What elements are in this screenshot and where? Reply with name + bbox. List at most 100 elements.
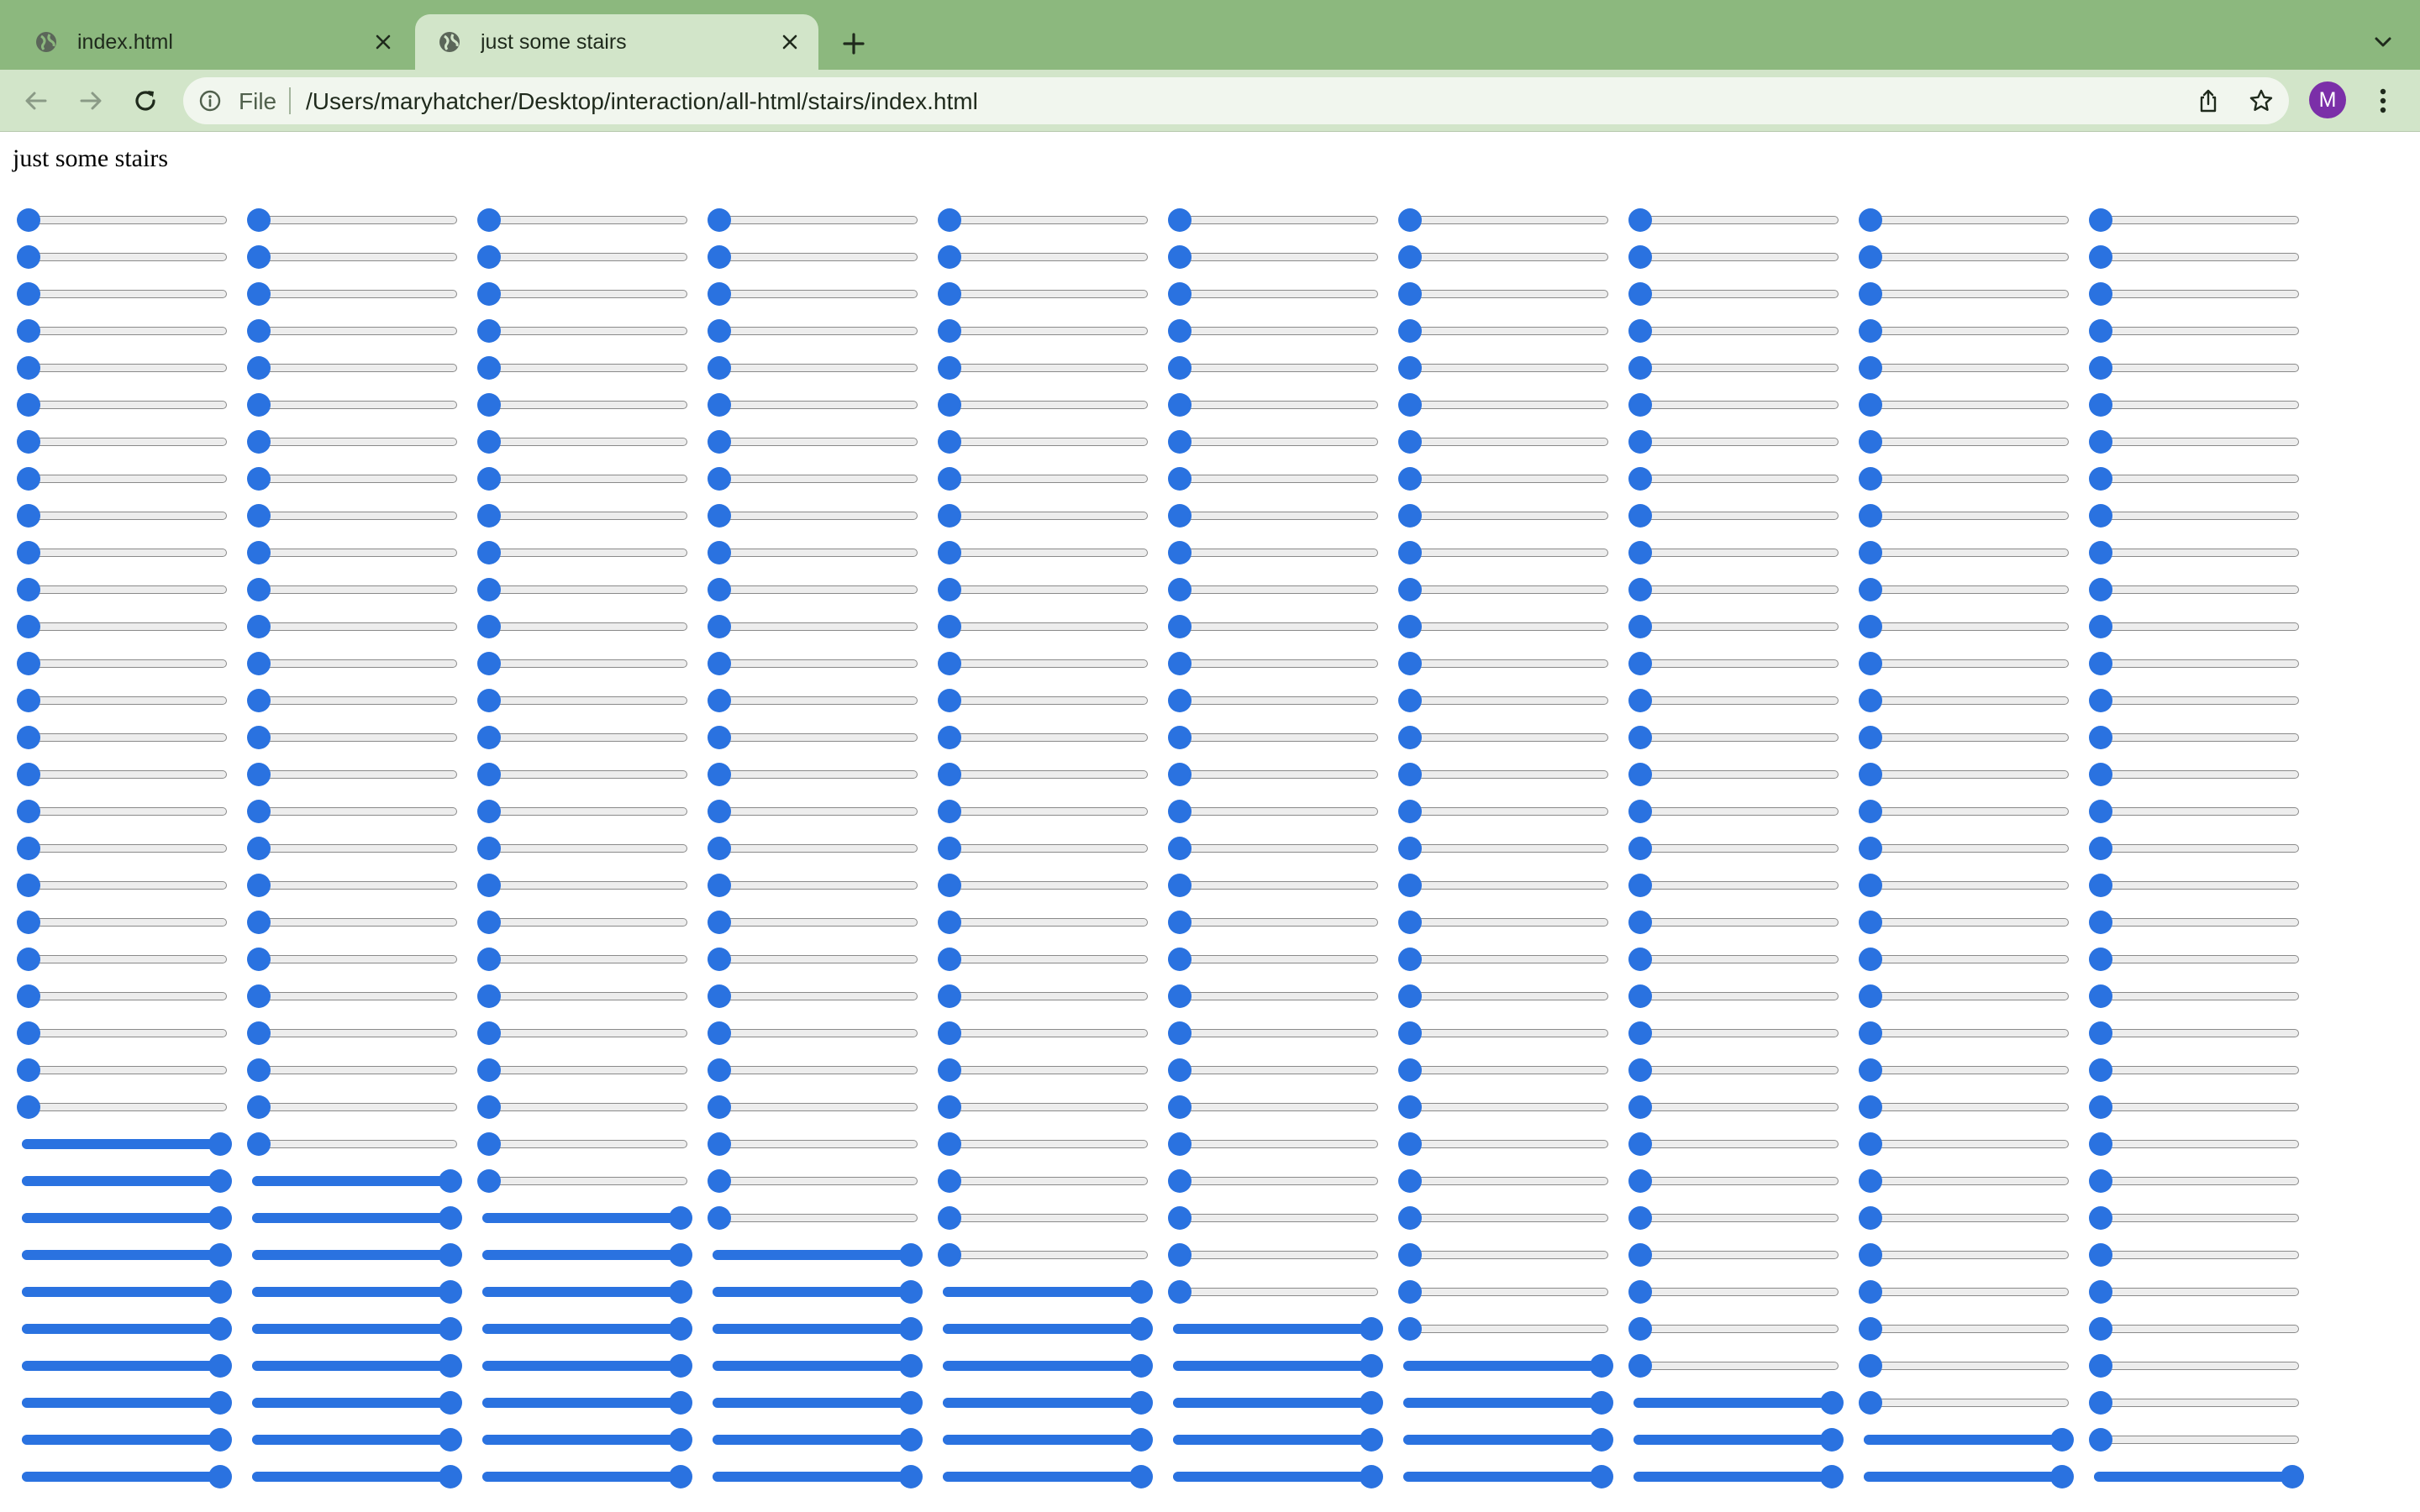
range-slider[interactable] [247, 497, 462, 534]
slider-thumb[interactable] [208, 1428, 232, 1452]
slider-thumb[interactable] [477, 245, 501, 269]
slider-thumb[interactable] [708, 356, 731, 380]
range-slider[interactable] [247, 1347, 462, 1384]
slider-thumb[interactable] [1859, 245, 1882, 269]
range-slider[interactable] [1398, 682, 1613, 719]
slider-thumb[interactable] [208, 1169, 232, 1193]
range-slider[interactable] [938, 1310, 1153, 1347]
range-slider[interactable] [2089, 1200, 2304, 1236]
slider-thumb[interactable] [2089, 208, 2112, 232]
range-slider[interactable] [1168, 386, 1383, 423]
range-slider[interactable] [17, 1052, 232, 1089]
slider-thumb[interactable] [669, 1243, 692, 1267]
range-slider[interactable] [2089, 239, 2304, 276]
slider-thumb[interactable] [708, 615, 731, 638]
range-slider[interactable] [477, 497, 692, 534]
range-slider[interactable] [1859, 423, 2074, 460]
range-slider[interactable] [2089, 349, 2304, 386]
slider-thumb[interactable] [477, 1095, 501, 1119]
range-slider[interactable] [1398, 497, 1613, 534]
range-slider[interactable] [938, 978, 1153, 1015]
slider-thumb[interactable] [1859, 984, 1882, 1008]
range-slider[interactable] [1859, 941, 2074, 978]
range-slider[interactable] [1628, 1126, 1844, 1163]
slider-thumb[interactable] [477, 911, 501, 934]
range-slider[interactable] [1398, 202, 1613, 239]
slider-thumb[interactable] [477, 800, 501, 823]
range-slider[interactable] [2089, 645, 2304, 682]
slider-thumb[interactable] [708, 911, 731, 934]
range-slider[interactable] [17, 830, 232, 867]
range-slider[interactable] [708, 386, 923, 423]
range-slider[interactable] [17, 1273, 232, 1310]
range-slider[interactable] [708, 1236, 923, 1273]
slider-thumb[interactable] [1859, 911, 1882, 934]
range-slider[interactable] [477, 1458, 692, 1495]
range-slider[interactable] [1398, 645, 1613, 682]
range-slider[interactable] [708, 645, 923, 682]
range-slider[interactable] [17, 386, 232, 423]
slider-thumb[interactable] [938, 763, 961, 786]
range-slider[interactable] [2089, 1384, 2304, 1421]
slider-thumb[interactable] [1168, 356, 1192, 380]
range-slider[interactable] [1168, 497, 1383, 534]
slider-thumb[interactable] [1859, 615, 1882, 638]
range-slider[interactable] [477, 719, 692, 756]
range-slider[interactable] [2089, 1236, 2304, 1273]
slider-thumb[interactable] [899, 1243, 923, 1267]
range-slider[interactable] [247, 1236, 462, 1273]
range-slider[interactable] [477, 793, 692, 830]
slider-thumb[interactable] [1859, 1391, 1882, 1415]
slider-thumb[interactable] [17, 541, 40, 564]
slider-thumb[interactable] [247, 615, 271, 638]
range-slider[interactable] [938, 423, 1153, 460]
slider-thumb[interactable] [2089, 763, 2112, 786]
range-slider[interactable] [17, 682, 232, 719]
slider-thumb[interactable] [2089, 911, 2112, 934]
slider-thumb[interactable] [17, 467, 40, 491]
slider-thumb[interactable] [1628, 1169, 1652, 1193]
range-slider[interactable] [1628, 349, 1844, 386]
slider-thumb[interactable] [247, 874, 271, 897]
range-slider[interactable] [1628, 1015, 1844, 1052]
range-slider[interactable] [1398, 239, 1613, 276]
range-slider[interactable] [1859, 1347, 2074, 1384]
range-slider[interactable] [1859, 460, 2074, 497]
range-slider[interactable] [1859, 534, 2074, 571]
slider-thumb[interactable] [247, 984, 271, 1008]
slider-thumb[interactable] [1168, 837, 1192, 860]
range-slider[interactable] [1168, 978, 1383, 1015]
slider-thumb[interactable] [2089, 393, 2112, 417]
slider-thumb[interactable] [477, 319, 501, 343]
range-slider[interactable] [708, 276, 923, 312]
slider-thumb[interactable] [1859, 430, 1882, 454]
range-slider[interactable] [17, 1236, 232, 1273]
slider-thumb[interactable] [1168, 1206, 1192, 1230]
range-slider[interactable] [938, 1421, 1153, 1458]
range-slider[interactable] [1628, 571, 1844, 608]
range-slider[interactable] [1168, 202, 1383, 239]
range-slider[interactable] [1859, 1163, 2074, 1200]
slider-thumb[interactable] [1398, 763, 1422, 786]
range-slider[interactable] [1398, 1163, 1613, 1200]
slider-thumb[interactable] [1628, 467, 1652, 491]
range-slider[interactable] [1628, 1384, 1844, 1421]
slider-thumb[interactable] [1859, 1354, 1882, 1378]
slider-thumb[interactable] [17, 726, 40, 749]
range-slider[interactable] [17, 460, 232, 497]
range-slider[interactable] [2089, 793, 2304, 830]
slider-thumb[interactable] [1859, 800, 1882, 823]
range-slider[interactable] [708, 1126, 923, 1163]
range-slider[interactable] [1398, 571, 1613, 608]
slider-thumb[interactable] [477, 763, 501, 786]
range-slider[interactable] [1859, 719, 2074, 756]
slider-thumb[interactable] [17, 837, 40, 860]
slider-thumb[interactable] [1820, 1428, 1844, 1452]
range-slider[interactable] [1859, 608, 2074, 645]
slider-thumb[interactable] [708, 948, 731, 971]
range-slider[interactable] [1628, 608, 1844, 645]
range-slider[interactable] [938, 904, 1153, 941]
slider-thumb[interactable] [17, 1021, 40, 1045]
slider-thumb[interactable] [439, 1169, 462, 1193]
range-slider[interactable] [1859, 756, 2074, 793]
